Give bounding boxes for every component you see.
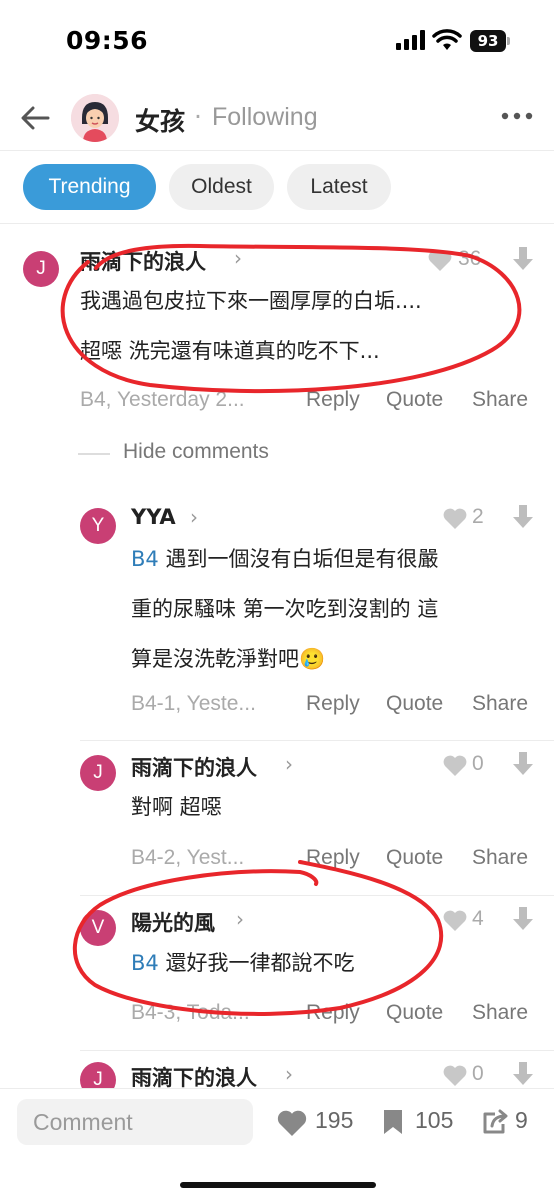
downvote-icon[interactable] <box>512 752 534 776</box>
comment-body: B4 還好我一律都說不吃 <box>131 951 355 975</box>
hide-comments-button[interactable]: Hide comments <box>123 440 269 464</box>
avatar[interactable]: J <box>80 755 116 791</box>
like-count: 0 <box>472 752 484 775</box>
header-divider <box>0 150 554 151</box>
share-icon[interactable] <box>481 1108 509 1136</box>
comment-username[interactable]: 雨滴下的浪人 <box>80 246 206 276</box>
heart-icon[interactable] <box>428 250 452 271</box>
comment-meta: B4-3, Toda... <box>131 1001 250 1024</box>
downvote-icon[interactable] <box>512 907 534 931</box>
downvote-icon[interactable] <box>512 247 534 271</box>
share-count: 9 <box>515 1107 528 1133</box>
heart-icon[interactable] <box>443 1065 467 1086</box>
share-button[interactable]: Share <box>472 388 528 412</box>
hide-comments-line <box>78 453 110 455</box>
cellular-signal-icon <box>396 30 425 50</box>
comment-meta: B4-1, Yeste... <box>131 692 256 715</box>
chevron-right-icon: › <box>285 752 293 776</box>
comment-divider <box>80 740 554 741</box>
reply-button[interactable]: Reply <box>306 692 360 716</box>
comment-divider <box>80 895 554 896</box>
chevron-right-icon: › <box>190 505 198 529</box>
battery-tip <box>507 37 510 45</box>
title-separator: · <box>194 102 202 131</box>
tabs-divider <box>0 223 554 224</box>
like-count: 2 <box>472 505 484 528</box>
wifi-icon <box>432 29 462 50</box>
comment-username[interactable]: 雨滴下的浪人 <box>131 752 257 782</box>
girl-avatar-icon <box>71 94 119 142</box>
heart-icon[interactable] <box>277 1110 307 1136</box>
share-button[interactable]: Share <box>472 1001 528 1025</box>
comment-body: 對啊 超噁 <box>131 795 222 819</box>
comment-meta: B4, Yesterday 2... <box>80 388 245 411</box>
reply-button[interactable]: Reply <box>306 388 360 412</box>
post-like-count: 195 <box>315 1107 354 1133</box>
heart-icon[interactable] <box>443 755 467 776</box>
back-arrow-icon[interactable] <box>18 100 54 136</box>
post-header: 女孩 · Following <box>0 90 554 148</box>
avatar[interactable]: J <box>23 251 59 287</box>
status-time: 09:56 <box>66 26 149 55</box>
comment-divider <box>80 1050 554 1051</box>
avatar[interactable]: Y <box>80 508 116 544</box>
comment-body: B4 遇到一個沒有白垢但是有很嚴 重的尿騷味 第一次吃到沒割的 這 算是沒洗乾淨… <box>131 547 439 671</box>
reply-button[interactable]: Reply <box>306 1001 360 1025</box>
comment-username[interactable]: YYA <box>131 505 176 529</box>
floor-reference-link[interactable]: B4 <box>131 951 159 975</box>
quote-button[interactable]: Quote <box>386 388 443 412</box>
chevron-right-icon: › <box>285 1062 293 1086</box>
tab-trending[interactable]: Trending <box>23 164 156 210</box>
quote-button[interactable]: Quote <box>386 1001 443 1025</box>
downvote-icon[interactable] <box>512 1062 534 1086</box>
share-button[interactable]: Share <box>472 846 528 870</box>
board-avatar[interactable] <box>71 94 119 142</box>
more-options-icon[interactable] <box>500 110 534 122</box>
chevron-right-icon: › <box>236 907 244 931</box>
comment-body: 我遇過包皮拉下來一圈厚厚的白垢.... 超噁 洗完還有味道真的吃不下... <box>80 289 422 363</box>
bottom-action-bar: 195 105 9 <box>0 1088 554 1200</box>
comment-meta: B4-2, Yest... <box>131 846 245 869</box>
home-indicator[interactable] <box>180 1182 376 1188</box>
board-title[interactable]: 女孩 <box>135 102 185 138</box>
heart-icon[interactable] <box>443 910 467 931</box>
share-button[interactable]: Share <box>472 692 528 716</box>
avatar[interactable]: V <box>80 910 116 946</box>
heart-icon[interactable] <box>443 508 467 529</box>
bookmark-count: 105 <box>415 1107 454 1133</box>
following-status[interactable]: Following <box>212 103 318 132</box>
status-bar: 09:56 93 <box>0 0 554 80</box>
reply-button[interactable]: Reply <box>306 846 360 870</box>
like-count: 0 <box>472 1062 484 1085</box>
downvote-icon[interactable] <box>512 505 534 529</box>
like-count: 36 <box>458 247 482 270</box>
tab-oldest[interactable]: Oldest <box>169 164 274 210</box>
quote-button[interactable]: Quote <box>386 692 443 716</box>
bookmark-icon[interactable] <box>382 1108 404 1136</box>
tab-latest[interactable]: Latest <box>287 164 391 210</box>
like-count: 4 <box>472 907 484 930</box>
floor-reference-link[interactable]: B4 <box>131 547 159 571</box>
battery-indicator: 93 <box>470 30 506 52</box>
chevron-right-icon: › <box>234 246 242 270</box>
comment-input[interactable] <box>17 1099 253 1145</box>
quote-button[interactable]: Quote <box>386 846 443 870</box>
comment-username[interactable]: 陽光的風 <box>131 907 215 937</box>
